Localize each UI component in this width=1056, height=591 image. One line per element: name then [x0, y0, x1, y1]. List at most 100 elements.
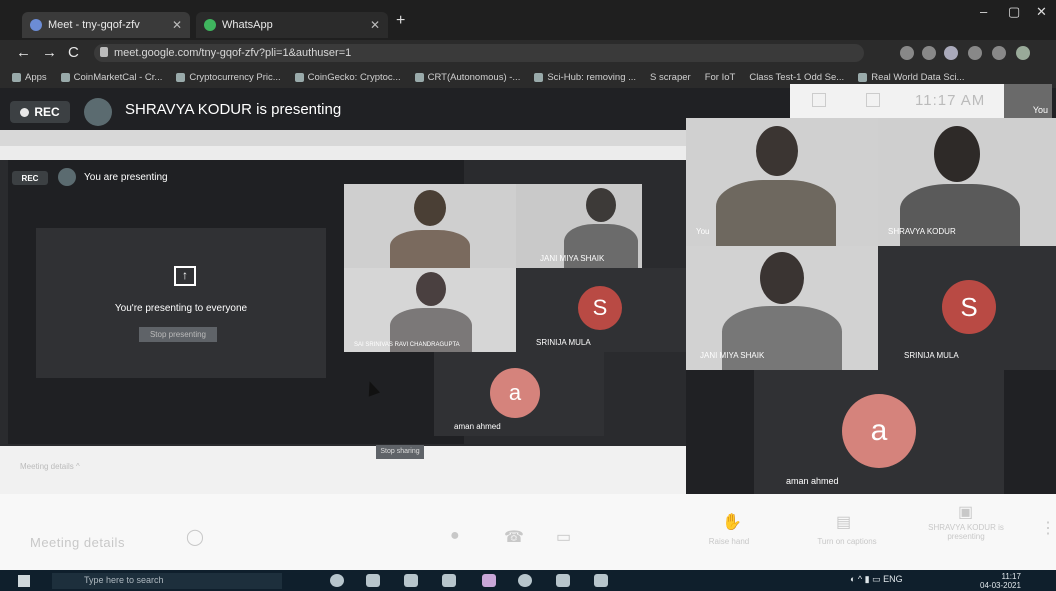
shared-tile-video: SAI SRINIVAS RAVI CHANDRAGUPTA	[344, 268, 516, 352]
participant-head	[414, 190, 446, 226]
bookmark-icon	[60, 72, 70, 82]
captions-label[interactable]: Turn on captions	[802, 537, 892, 546]
bookmark-item[interactable]: CRT(Autonomous) -...	[414, 72, 520, 83]
grid-tile-video: You	[686, 118, 878, 246]
participant-head	[416, 272, 446, 306]
profile-icon[interactable]	[1016, 46, 1030, 60]
bookmark-item[interactable]: For IoT	[705, 72, 736, 83]
bookmark-icon	[414, 72, 424, 82]
windows-start-icon[interactable]	[18, 575, 30, 587]
forward-icon[interactable]: →	[42, 44, 57, 61]
camera-icon[interactable]	[900, 46, 914, 60]
shared-tile-video: JANI MIYA SHAIK	[516, 184, 642, 268]
reload-icon[interactable]: C	[68, 44, 79, 61]
participant-name: SHRAVYA KODUR	[888, 227, 956, 236]
task-view-icon[interactable]	[366, 574, 380, 587]
close-tab-icon[interactable]: ✕	[172, 18, 182, 32]
lock-icon	[100, 47, 108, 57]
language-indicator[interactable]: ENG	[883, 574, 903, 584]
bookmark-item[interactable]: Class Test-1 Odd Se...	[749, 72, 844, 83]
grid-tile-letter: a aman ahmed	[754, 370, 1004, 494]
chat-icon[interactable]	[866, 93, 880, 107]
avatar: a	[490, 368, 540, 418]
system-tray[interactable]: ◐ ^ ▮ ▭ ENG	[850, 574, 903, 585]
participant-head	[756, 126, 798, 176]
new-tab-button[interactable]: +	[396, 12, 405, 30]
close-window-button[interactable]: ✕	[1036, 4, 1047, 20]
avatar: a	[842, 394, 916, 468]
bookmark-icon	[858, 72, 868, 82]
present-icon[interactable]: ▣	[958, 502, 973, 522]
meet-bottom-bar	[0, 494, 1056, 570]
shared-browser-address	[0, 146, 686, 160]
participant-head	[934, 126, 980, 182]
extension-icon[interactable]	[944, 46, 958, 60]
puzzle-icon[interactable]	[992, 46, 1006, 60]
bookmark-item[interactable]: Cryptocurrency Pric...	[176, 72, 281, 83]
presenter-text: SHRAVYA KODUR is presenting	[125, 101, 342, 118]
tab-whatsapp[interactable]: WhatsApp ✕	[196, 12, 388, 38]
bookmark-icon	[176, 72, 186, 82]
avatar: S	[942, 280, 996, 334]
people-icon[interactable]	[812, 93, 826, 107]
shared-stop-sharing-button: Stop sharing	[376, 445, 424, 459]
self-view-thumbnail: You	[1004, 84, 1052, 118]
participant-body	[722, 306, 842, 370]
shared-avatar	[58, 168, 76, 186]
presenter-avatar	[84, 98, 112, 126]
close-tab-icon[interactable]: ✕	[370, 18, 380, 32]
minimize-button[interactable]: –	[980, 4, 987, 19]
tab-title: Meet - tny-gqof-zfv	[48, 19, 140, 31]
mic-icon[interactable]: ●	[450, 527, 460, 545]
extension-icon[interactable]	[968, 46, 982, 60]
bookmark-item[interactable]: Sci-Hub: removing ...	[534, 72, 636, 83]
star-icon[interactable]	[922, 46, 936, 60]
activities-icon[interactable]: ◯	[186, 527, 204, 547]
present-label[interactable]: SHRAVYA KODUR is presenting	[924, 523, 1008, 541]
url-input[interactable]: meet.google.com/tny-gqof-zfv?pli=1&authu…	[94, 44, 864, 62]
bookmark-icon	[534, 72, 544, 82]
app-icon[interactable]	[482, 574, 496, 587]
apps-icon	[12, 72, 21, 82]
shared-tile-video	[344, 184, 516, 268]
grid-tile-video: SHRAVYA KODUR	[878, 118, 1056, 246]
file-explorer-icon[interactable]	[442, 574, 456, 587]
taskbar-search-placeholder: Type here to search	[84, 575, 164, 585]
shared-meeting-details: Meeting details ^	[20, 462, 80, 471]
cortana-icon[interactable]	[330, 574, 344, 587]
bookmark-item[interactable]: Apps	[12, 72, 47, 83]
shared-tile-letter: a aman ahmed	[434, 352, 604, 436]
bookmark-item[interactable]: CoinMarketCal - Cr...	[60, 72, 162, 83]
stop-presenting-button[interactable]: Stop presenting	[139, 327, 217, 342]
whatsapp-icon	[204, 19, 216, 31]
participant-body	[390, 230, 470, 268]
shared-tile-letter: S SRINIJA MULA	[516, 268, 686, 352]
raise-hand-label[interactable]: Raise hand	[698, 537, 760, 546]
end-call-icon[interactable]: ☎	[504, 527, 524, 547]
more-options-icon[interactable]: ⋮	[1040, 518, 1056, 538]
bookmark-icon	[294, 72, 304, 82]
chrome-icon[interactable]	[518, 574, 532, 587]
camera-toggle-icon[interactable]: ▭	[556, 527, 571, 547]
bookmark-item[interactable]: Real World Data Sci...	[858, 72, 964, 83]
self-label: You	[1032, 105, 1048, 115]
record-dot-icon	[20, 107, 30, 117]
bookmark-item[interactable]: CoinGecko: Cryptoc...	[294, 72, 401, 83]
captions-icon[interactable]: ▤	[836, 512, 851, 532]
taskbar-clock[interactable]: 11:17 04-03-2021	[980, 572, 1021, 590]
shared-top-strip	[464, 160, 686, 184]
raise-hand-icon[interactable]: ✋	[722, 512, 742, 532]
grid-tile-video: JANI MIYA SHAIK	[686, 246, 878, 370]
back-icon[interactable]: ←	[16, 44, 31, 61]
tab-meet[interactable]: Meet - tny-gqof-zfv ✕	[22, 12, 190, 38]
app-icon[interactable]	[404, 574, 418, 587]
avatar: S	[578, 286, 622, 330]
meeting-details-button[interactable]: Meeting details	[30, 535, 125, 550]
app-icon[interactable]	[594, 574, 608, 587]
bookmark-item[interactable]: S scraper	[650, 72, 691, 83]
shared-recording-badge: REC	[12, 171, 48, 185]
maximize-button[interactable]: ▢	[1008, 4, 1020, 20]
participant-name: aman ahmed	[786, 476, 839, 486]
participant-body	[900, 184, 1020, 246]
dropbox-icon[interactable]	[556, 574, 570, 587]
